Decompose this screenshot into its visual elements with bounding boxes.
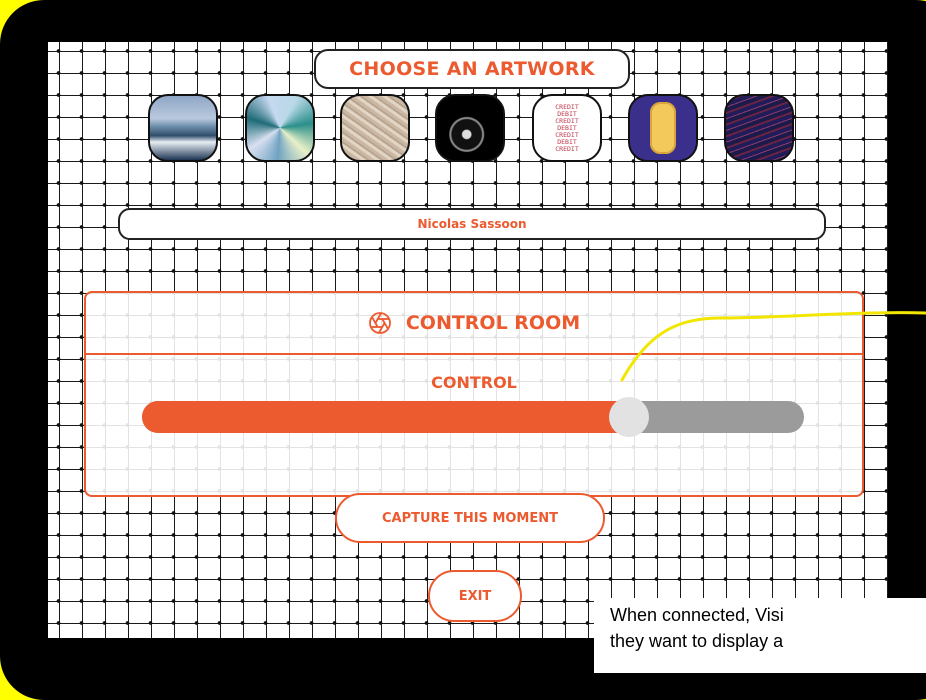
caption-text: When connected, Visi they want to displa… (594, 598, 926, 673)
caption-line-1: When connected, Visi (610, 605, 784, 625)
caption-line-2: they want to display a (610, 631, 784, 651)
annotation-callout-line (620, 311, 926, 382)
